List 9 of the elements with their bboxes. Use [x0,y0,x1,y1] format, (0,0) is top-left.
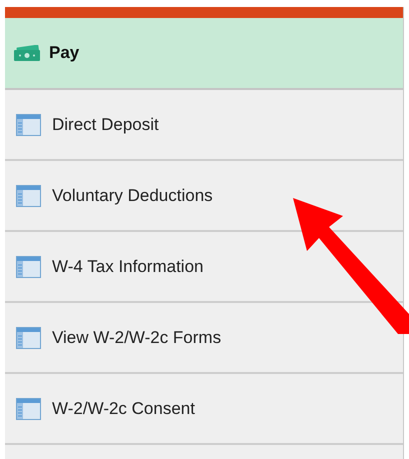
section-title: Pay [49,43,80,63]
page-icon [16,326,41,348]
menu-item[interactable]: Direct Deposit [5,90,403,161]
page-icon [16,256,41,278]
page-icon [16,114,41,136]
menu-item[interactable]: W-2/W-2c Consent [5,374,403,445]
page-icon [16,184,41,206]
money-icon [13,45,41,61]
page-icon [16,398,41,420]
